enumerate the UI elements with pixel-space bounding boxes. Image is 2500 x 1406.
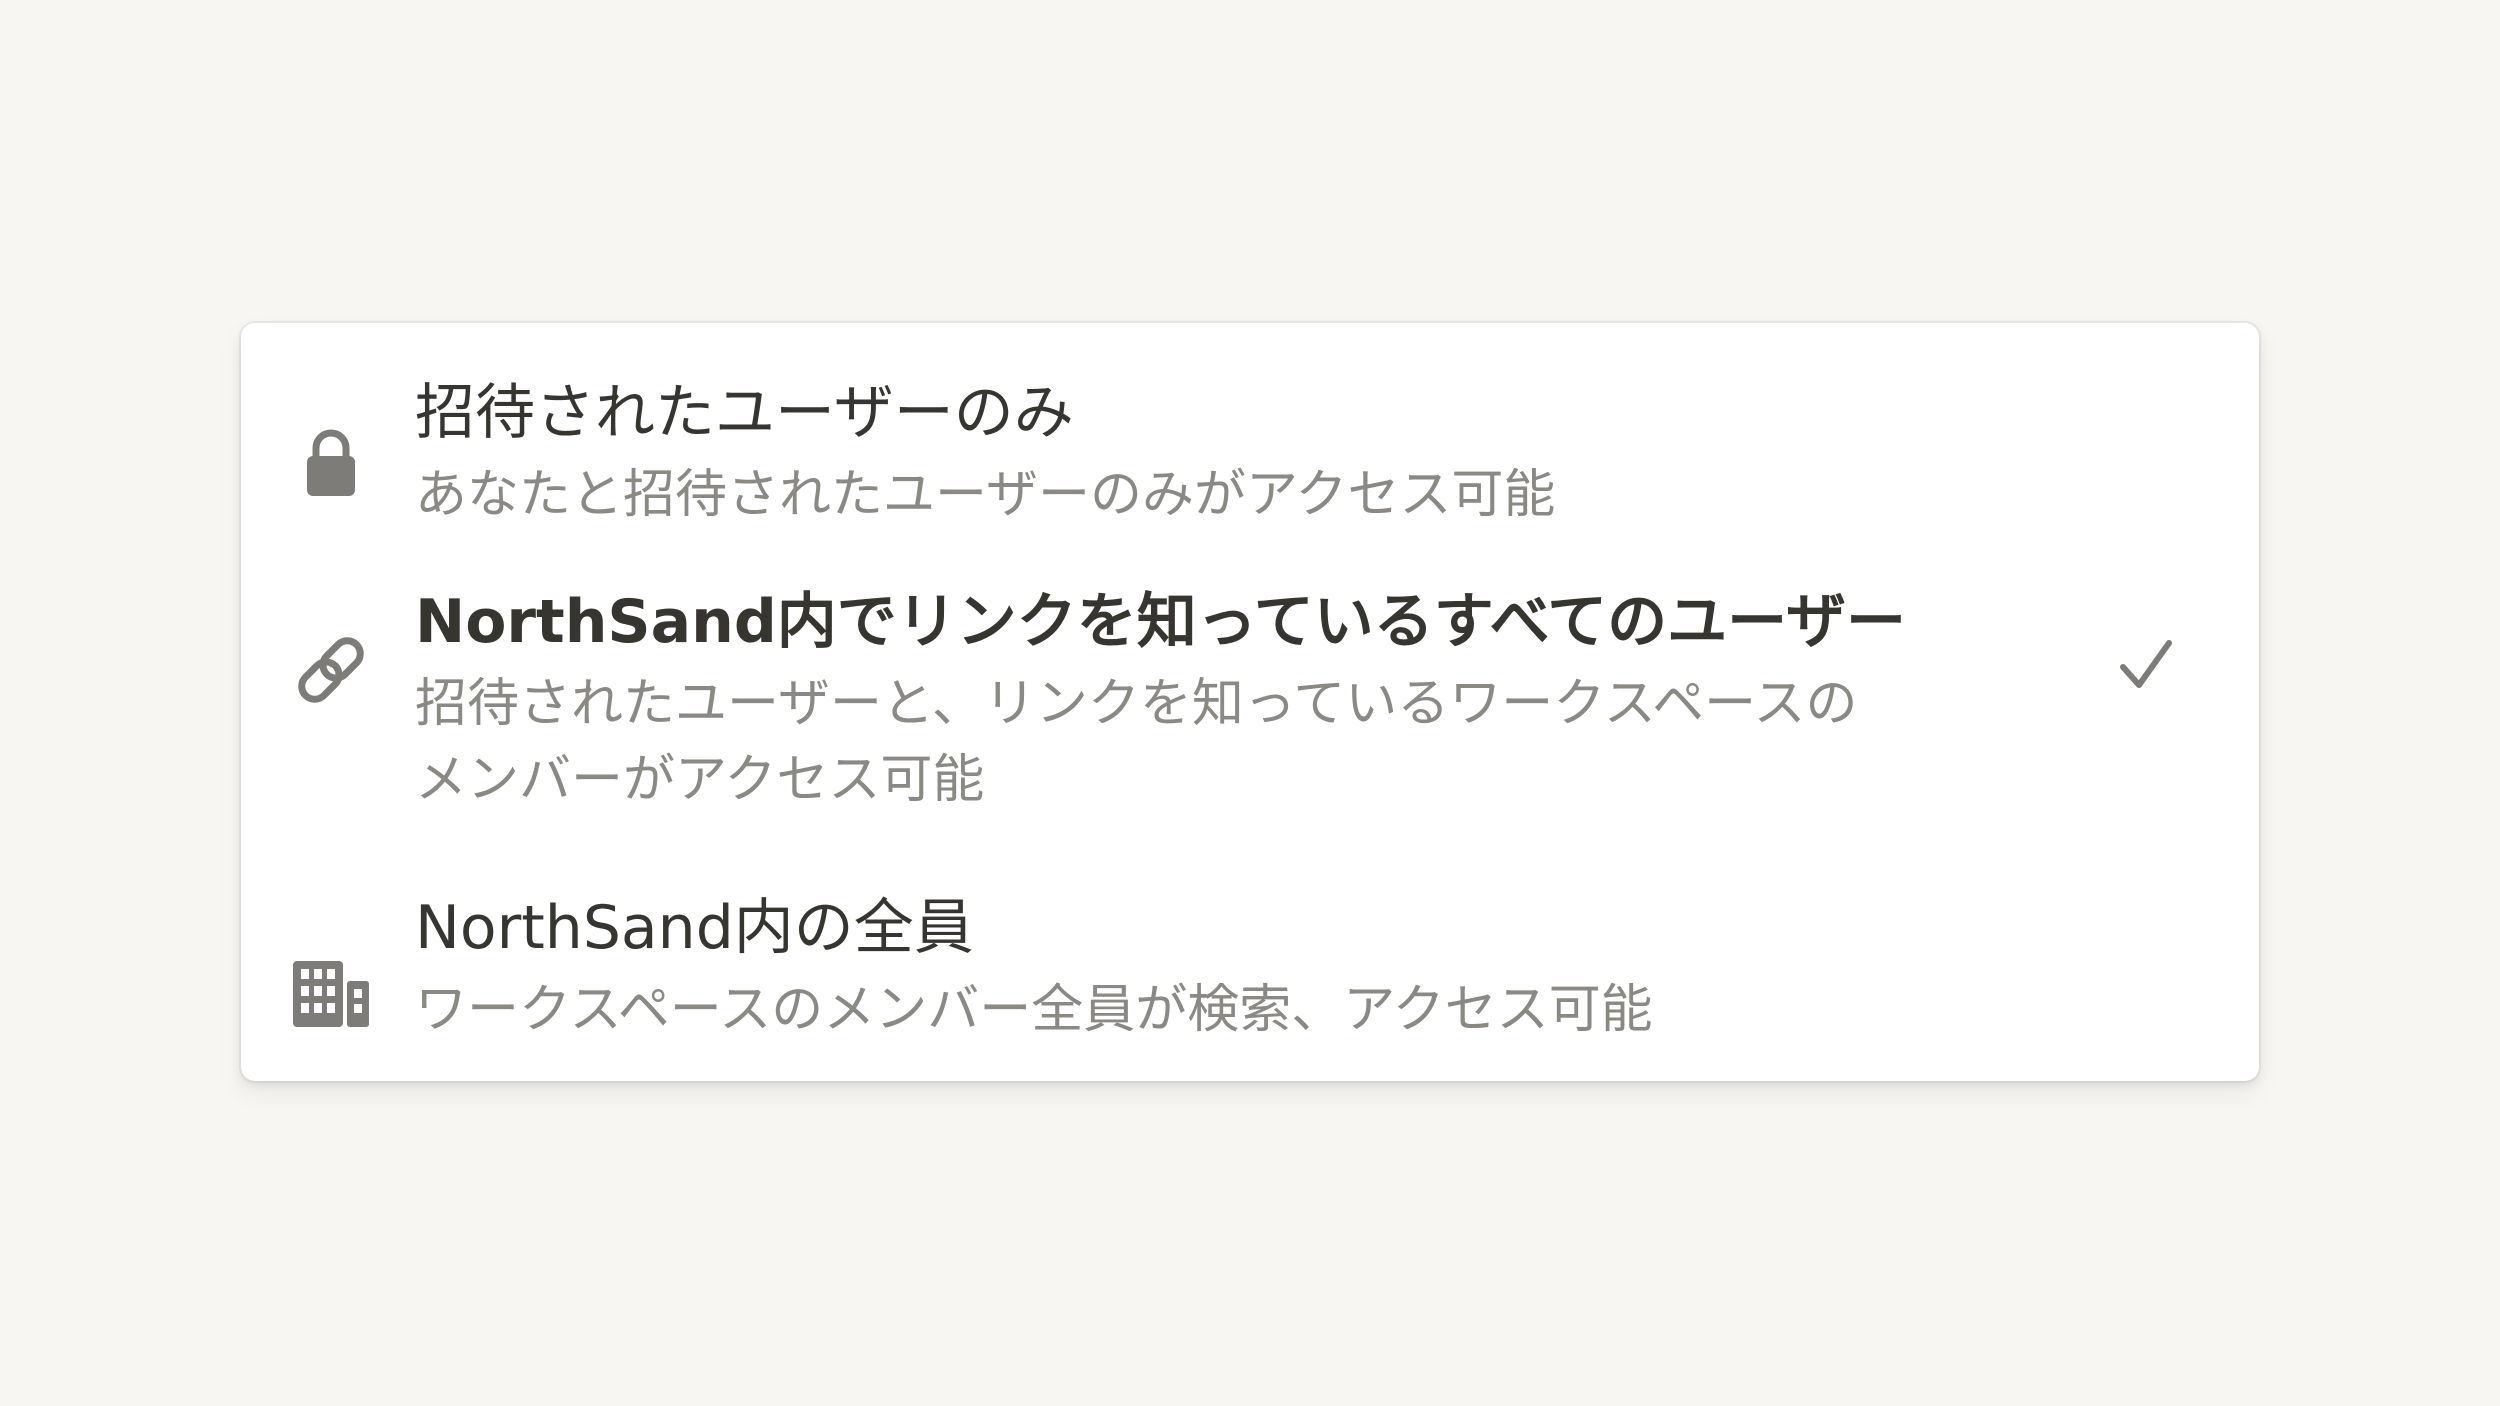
option-title: NorthSand内の全員 bbox=[415, 893, 974, 963]
option-description: ワークスペースのメンバー全員が検索、アクセス可能 bbox=[415, 980, 1653, 1040]
option-description: 招待されたユーザーと、リンクを知っているワークスペースの メンバーがアクセス可能 bbox=[415, 666, 2115, 818]
option-description: あなたと招待されたユーザーのみがアクセス可能 bbox=[415, 465, 1556, 525]
checkmark-icon bbox=[2111, 631, 2181, 701]
lock-icon bbox=[291, 423, 371, 503]
option-workspace-link[interactable]: NorthSand内でリンクを知っているすべてのユーザー 招待されたユーザーと、… bbox=[241, 538, 2259, 848]
link-icon bbox=[291, 630, 371, 710]
option-title: NorthSand内でリンクを知っているすべてのユーザー bbox=[415, 587, 1906, 657]
access-level-menu: 招待されたユーザーのみ あなたと招待されたユーザーのみがアクセス可能 North… bbox=[241, 323, 2259, 1081]
option-description-line: 招待されたユーザーと、リンクを知っているワークスペースの bbox=[415, 674, 1858, 734]
option-description-line: メンバーがアクセス可能 bbox=[415, 750, 985, 810]
option-everyone-in-workspace[interactable]: NorthSand内の全員 ワークスペースのメンバー全員が検索、アクセス可能 bbox=[241, 848, 2259, 1081]
building-icon bbox=[291, 953, 371, 1033]
option-title: 招待されたユーザーのみ bbox=[415, 378, 1074, 448]
option-invited-only[interactable]: 招待されたユーザーのみ あなたと招待されたユーザーのみがアクセス可能 bbox=[241, 323, 2259, 538]
